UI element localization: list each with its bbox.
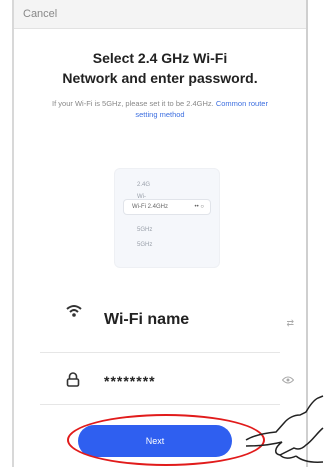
wifi-name-value: Wi-Fi name bbox=[104, 311, 190, 328]
hint-text: If your Wi-Fi is 5GHz, please set it to … bbox=[52, 99, 214, 108]
wifi-list-illustration: 2.4G Wi-Fi Wi-Fi 2.4GHz •• ○ 5GHz 5GHz bbox=[114, 168, 220, 268]
illustration-row-selected: Wi-Fi 2.4GHz •• ○ bbox=[123, 199, 211, 215]
top-bar bbox=[14, 0, 306, 29]
eye-icon[interactable] bbox=[281, 376, 295, 386]
wifi-icon bbox=[66, 304, 82, 323]
title-line-2: Network and enter password. bbox=[62, 70, 258, 86]
password-value: ******** bbox=[104, 373, 156, 389]
divider bbox=[40, 352, 280, 353]
pointing-hand-icon bbox=[245, 395, 324, 463]
switch-network-icon[interactable]: ⇄ bbox=[286, 318, 294, 329]
lock-icon bbox=[66, 372, 80, 392]
page-title: Select 2.4 GHz Wi-Fi Network and enter p… bbox=[14, 48, 306, 88]
title-line-1: Select 2.4 GHz Wi-Fi bbox=[92, 50, 228, 66]
frequency-hint: If your Wi-Fi is 5GHz, please set it to … bbox=[40, 98, 280, 120]
next-button[interactable]: Next bbox=[78, 425, 232, 457]
cancel-button[interactable]: Cancel bbox=[23, 8, 57, 20]
